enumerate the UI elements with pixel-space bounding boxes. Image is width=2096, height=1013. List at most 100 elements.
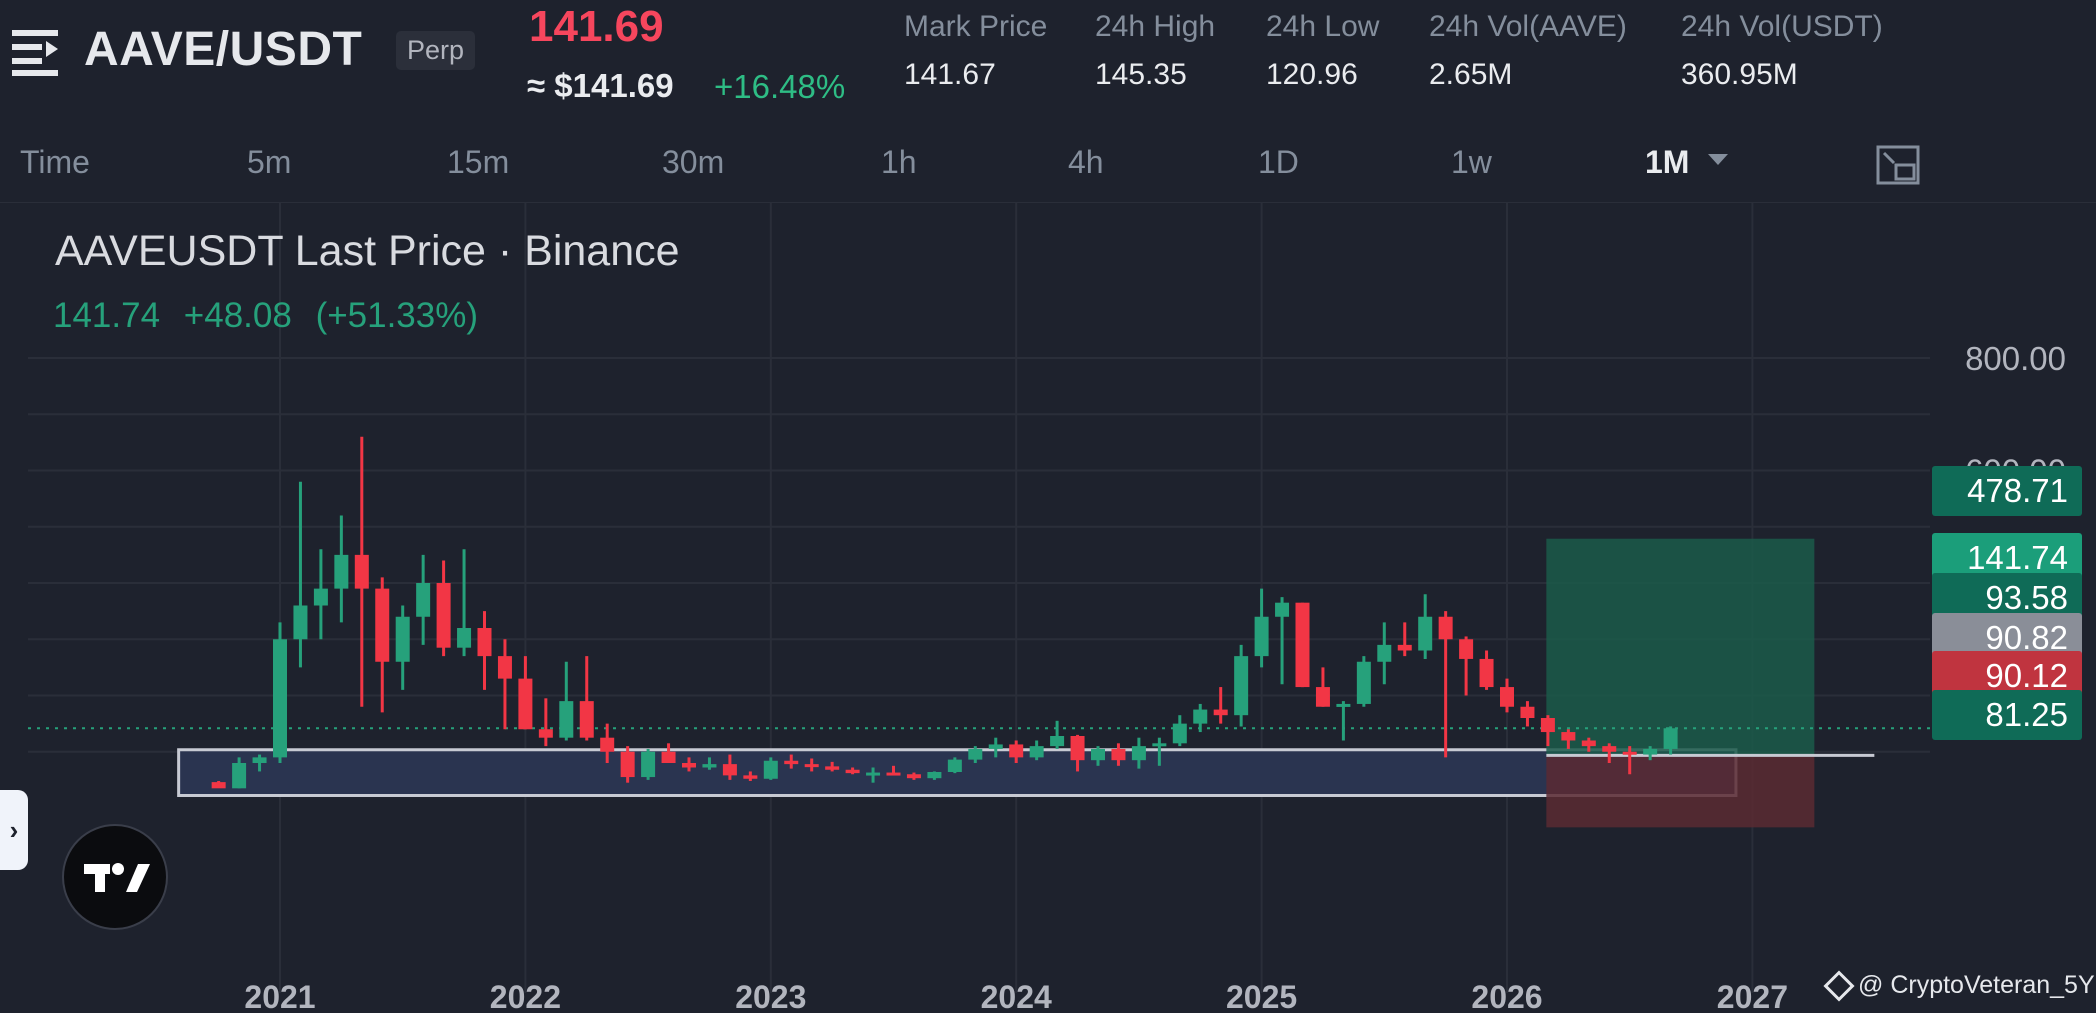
candle-body: [743, 775, 758, 779]
candle: [1213, 687, 1228, 724]
tab-4h[interactable]: 4h: [1068, 144, 1104, 181]
candle: [763, 757, 778, 780]
last-price: 141.69: [529, 2, 664, 51]
candle-body: [579, 701, 594, 738]
candle: [1356, 656, 1371, 707]
menu-icon[interactable]: [12, 26, 62, 76]
candle-body: [641, 751, 656, 778]
candle: [1520, 701, 1535, 727]
candle-body: [1356, 661, 1371, 704]
change-percent: +16.48%: [714, 68, 846, 105]
stat-label: 24h Vol(USDT): [1681, 10, 1883, 43]
candle: [1500, 678, 1514, 713]
stat-value: 360.95M: [1681, 58, 1798, 91]
legend-change: +48.08: [183, 296, 292, 335]
candle-body: [1336, 703, 1351, 707]
x-axis-tick-label: 2021: [244, 979, 315, 1013]
tab-time[interactable]: Time: [20, 144, 90, 181]
tab-15m[interactable]: 15m: [447, 144, 509, 181]
candle-body: [334, 554, 349, 589]
candle-body: [702, 764, 717, 768]
candle-body: [1479, 658, 1494, 688]
candle: [477, 611, 492, 690]
candle-body: [1561, 732, 1576, 741]
candle-body: [722, 764, 737, 776]
watermark-text: @ CryptoVeteran_5Y: [1858, 971, 2095, 999]
candle: [313, 549, 328, 640]
candle-body: [968, 748, 983, 760]
candle-body: [252, 757, 267, 763]
stat-label: 24h High: [1095, 10, 1216, 43]
candle: [395, 605, 410, 690]
candle-body: [1111, 748, 1126, 761]
tab-1h[interactable]: 1h: [881, 144, 917, 181]
candle: [538, 698, 553, 747]
candle-body: [497, 656, 512, 679]
candle-body: [1029, 746, 1044, 758]
x-axis-tick-label: 2026: [1471, 979, 1542, 1013]
tab-1d[interactable]: 1D: [1258, 144, 1299, 181]
candle: [1315, 667, 1330, 707]
candle-body: [804, 764, 819, 768]
candle: [457, 549, 472, 657]
candle: [354, 436, 369, 707]
tradingview-logo-icon[interactable]: [62, 824, 168, 930]
candle-body: [436, 583, 451, 648]
candle-body: [559, 701, 574, 738]
candle-body: [538, 729, 553, 738]
candle-body: [1622, 751, 1637, 755]
stat-value: 141.67: [904, 58, 996, 91]
candle-body: [600, 737, 615, 752]
candle: [641, 748, 656, 780]
candle: [375, 577, 390, 713]
stat-24h-vol-usdt: 24h Vol(USDT) 360.95M: [1681, 10, 1883, 92]
chevron-down-icon[interactable]: [1708, 154, 1728, 165]
price-label-text: 478.71: [1967, 472, 2068, 509]
candle: [1254, 588, 1269, 668]
candle: [661, 743, 676, 763]
stat-mark-price: Mark Price 141.67: [904, 10, 1047, 92]
candle-body: [313, 588, 328, 606]
candle-body: [1275, 602, 1290, 617]
stat-label: 24h Low: [1266, 10, 1380, 43]
candle-body: [1009, 744, 1024, 758]
candle-body: [661, 751, 676, 763]
candle: [497, 639, 512, 730]
candle-body: [1438, 616, 1453, 640]
candle-body: [457, 628, 472, 648]
support-zone: [177, 748, 1738, 797]
tab-5m[interactable]: 5m: [247, 144, 291, 181]
candle: [1029, 740, 1044, 761]
candle-body: [1397, 644, 1412, 651]
expand-icon[interactable]: [1876, 145, 1920, 185]
candle: [436, 560, 451, 657]
symbol-title[interactable]: AAVE/USDT: [84, 22, 362, 77]
chevron-right-icon[interactable]: ›: [0, 790, 28, 870]
stat-value: 120.96: [1266, 58, 1358, 91]
candle: [1275, 597, 1290, 685]
candle-body: [1643, 748, 1658, 755]
candle-body: [1540, 718, 1555, 733]
candle-body: [273, 639, 287, 758]
candle-body: [866, 772, 881, 776]
tab-30m[interactable]: 30m: [662, 144, 724, 181]
price-label-text: 81.25: [1985, 696, 2068, 733]
price-label-text: 90.12: [1985, 657, 2068, 694]
candle-body: [1193, 709, 1208, 724]
tab-1w[interactable]: 1w: [1451, 144, 1492, 181]
timeframe-bar: Time 5m 15m 30m 1h 4h 1D 1w 1M: [0, 130, 2096, 203]
candle: [518, 656, 533, 730]
candle-body: [906, 774, 921, 779]
candle-body: [354, 554, 369, 589]
x-axis-tick-label: 2023: [735, 979, 806, 1013]
y-axis-tick-label: 800.00: [1965, 340, 2066, 377]
stat-label: 24h Vol(AAVE): [1429, 10, 1627, 43]
candle-body: [1152, 743, 1167, 747]
candle-body: [1663, 728, 1678, 749]
candle-body: [1315, 687, 1330, 707]
tab-1m[interactable]: 1M: [1645, 144, 1689, 181]
chart-legend-values: 141.74 +48.08 (+51.33%): [53, 296, 492, 336]
candle-body: [1070, 736, 1085, 761]
stat-24h-low: 24h Low 120.96: [1266, 10, 1379, 92]
candle-body: [1500, 687, 1514, 707]
